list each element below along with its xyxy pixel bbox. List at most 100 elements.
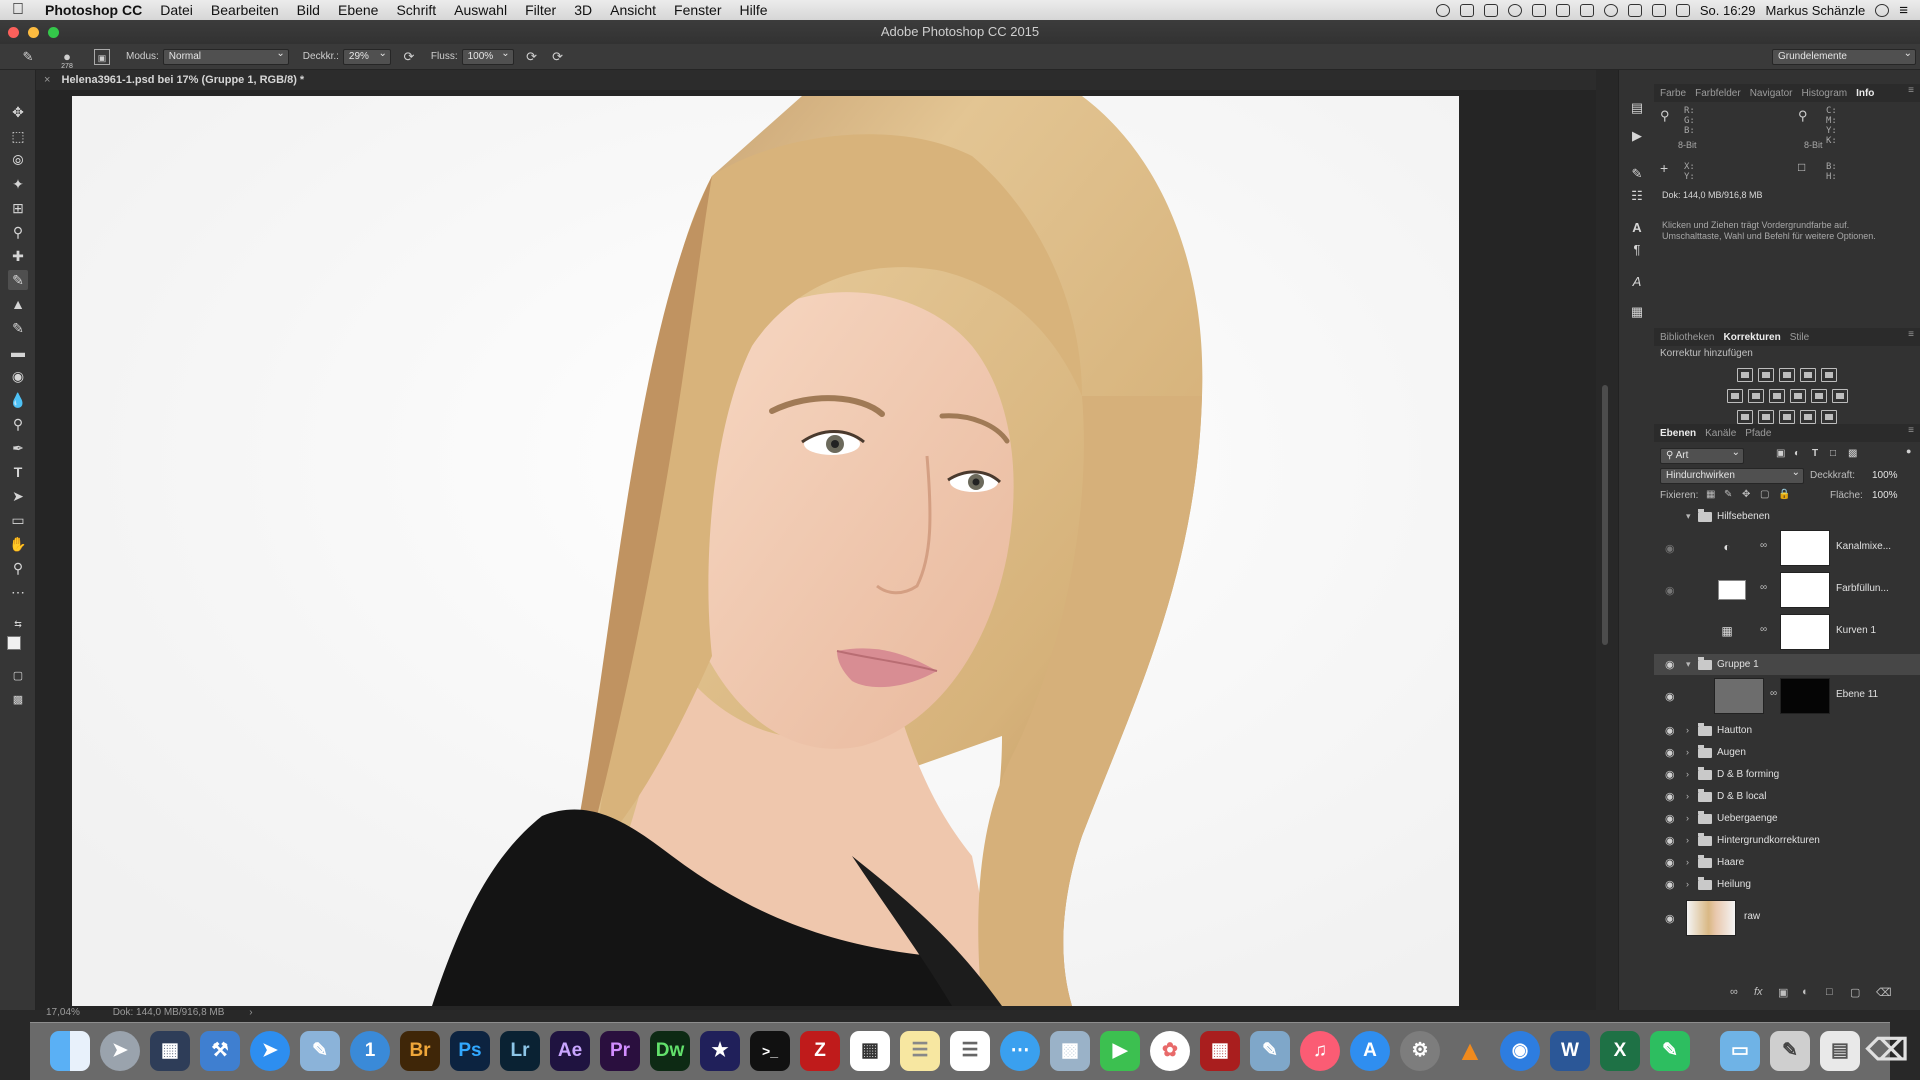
vertical-scrollbar[interactable] [1602, 385, 1608, 645]
visibility-eye-icon[interactable]: ◉ [1665, 658, 1675, 671]
portrait-photo[interactable] [72, 96, 1459, 1006]
brush-settings-icon[interactable]: ☷ [1629, 188, 1645, 204]
visibility-eye-icon[interactable]: ◉ [1665, 856, 1675, 869]
messages-icon[interactable]: ⋯ [1000, 1031, 1040, 1071]
collapse-arrow-icon[interactable]: › [1686, 791, 1689, 801]
tab-stile[interactable]: Stile [1790, 332, 1809, 343]
rectangle-tool-icon[interactable]: ▭ [8, 510, 28, 530]
word-icon[interactable]: W [1550, 1031, 1590, 1071]
hue-saturation-icon[interactable] [1726, 389, 1743, 403]
paragraph-panel-icon[interactable]: ¶ [1629, 242, 1645, 258]
quick-selection-tool-icon[interactable]: ✦ [8, 174, 28, 194]
visibility-eye-icon[interactable]: ◉ [1665, 812, 1675, 825]
layer-name[interactable]: D & B local [1717, 791, 1766, 802]
lock-artboard-icon[interactable]: ▢ [1760, 489, 1769, 500]
lock-position-icon[interactable]: ✥ [1742, 489, 1750, 500]
brush-presets-icon[interactable]: ✎ [1629, 166, 1645, 182]
clock[interactable]: So. 16:29 [1700, 3, 1756, 18]
tab-histogram[interactable]: Histogram [1802, 88, 1848, 99]
airbrush-icon[interactable]: ⟳ [524, 49, 540, 65]
apple-menu-icon[interactable]:  [0, 1, 36, 19]
posterize-icon[interactable] [1758, 410, 1774, 424]
menu-schrift[interactable]: Schrift [387, 2, 445, 18]
layer-row-haare[interactable]: ◉ › Haare [1654, 852, 1920, 873]
layer-row-hilfsebenen[interactable]: ▾ Hilfsebenen [1654, 506, 1920, 527]
layer-name[interactable]: Gruppe 1 [1717, 659, 1759, 670]
layer-row-db-local[interactable]: ◉ › D & B local [1654, 786, 1920, 807]
preview-2-icon[interactable]: ✎ [1250, 1031, 1290, 1071]
new-layer-icon[interactable]: ▢ [1850, 986, 1860, 999]
brush-tool-icon[interactable]: ✎ [8, 270, 28, 290]
visibility-eye-icon[interactable]: ◉ [1665, 790, 1675, 803]
character-panel-icon[interactable]: A [1629, 220, 1645, 236]
blur-tool-icon[interactable]: 💧 [8, 390, 28, 410]
layer-name[interactable]: Hilfsebenen [1717, 511, 1770, 522]
layer-row-heilung[interactable]: ◉ › Heilung [1654, 874, 1920, 895]
gradient-map-icon[interactable] [1821, 410, 1837, 424]
type-tool-icon[interactable]: T [8, 462, 28, 482]
menu-ebene[interactable]: Ebene [329, 2, 387, 18]
trash-icon[interactable]: ⌫ [1866, 1031, 1908, 1071]
layer-name[interactable]: raw [1744, 911, 1760, 922]
layer-name[interactable]: Hautton [1717, 725, 1752, 736]
move-tool-icon[interactable]: ✥ [8, 102, 28, 122]
menu-hilfe[interactable]: Hilfe [731, 2, 777, 18]
pressure-size-icon[interactable]: ⟳ [550, 49, 566, 65]
clone-stamp-tool-icon[interactable]: ▲ [8, 294, 28, 314]
launchpad-icon[interactable]: ➤ [100, 1031, 140, 1071]
threshold-icon[interactable] [1779, 410, 1795, 424]
finder-icon[interactable] [50, 1031, 90, 1071]
calendar-icon[interactable]: ▦ [850, 1031, 890, 1071]
actions-panel-icon[interactable]: ▶ [1629, 128, 1645, 144]
tab-kanaele[interactable]: Kanäle [1705, 428, 1736, 439]
curves-icon[interactable] [1779, 368, 1795, 382]
eyedropper-tool-icon[interactable]: ⚲ [8, 222, 28, 242]
layer-mask-thumbnail[interactable] [1780, 530, 1830, 566]
spotlight-search-icon[interactable] [1875, 3, 1890, 17]
levels-icon[interactable] [1758, 368, 1774, 382]
notification-icon[interactable] [1531, 3, 1546, 17]
collapse-arrow-icon[interactable]: › [1686, 747, 1689, 757]
bridge-icon[interactable]: Br [400, 1031, 440, 1071]
layer-name[interactable]: Kurven 1 [1836, 625, 1876, 636]
properties-panel-icon[interactable]: ▦ [1629, 304, 1645, 320]
vlc-icon[interactable]: ▲ [1450, 1031, 1490, 1071]
excel-icon[interactable]: X [1600, 1031, 1640, 1071]
layer-mask-thumbnail[interactable] [1780, 614, 1830, 650]
1password-icon[interactable]: 1 [350, 1031, 390, 1071]
layer-row-hautton[interactable]: ◉ › Hautton [1654, 720, 1920, 741]
visibility-eye-icon[interactable]: ◉ [1665, 724, 1675, 737]
tab-farbe[interactable]: Farbe [1660, 88, 1686, 99]
tab-info[interactable]: Info [1856, 88, 1874, 99]
marquee-tool-icon[interactable]: ⬚ [8, 126, 28, 146]
image-capture-icon[interactable]: ▩ [1050, 1031, 1090, 1071]
fill-input[interactable]: 100% [1872, 490, 1898, 501]
tab-farbfelder[interactable]: Farbfelder [1695, 88, 1741, 99]
lock-pixels-icon[interactable]: ✎ [1724, 489, 1732, 500]
layer-name[interactable]: Ebene 11 [1836, 689, 1878, 700]
eraser-tool-icon[interactable]: ▬ [8, 342, 28, 362]
layer-name[interactable]: Kanalmixe... [1836, 541, 1891, 552]
itunes-icon[interactable]: ♫ [1300, 1031, 1340, 1071]
tab-ebenen[interactable]: Ebenen [1660, 428, 1696, 439]
tab-korrekturen[interactable]: Korrekturen [1723, 332, 1780, 343]
display-icon[interactable] [1555, 3, 1570, 17]
brightness-contrast-icon[interactable] [1737, 368, 1753, 382]
layer-row-db-forming[interactable]: ◉ › D & B forming [1654, 764, 1920, 785]
paint-bucket-tool-icon[interactable]: ◉ [8, 366, 28, 386]
premiere-icon[interactable]: Pr [600, 1031, 640, 1071]
menu-filter[interactable]: Filter [516, 2, 565, 18]
collapse-arrow-icon[interactable]: › [1686, 725, 1689, 735]
healing-brush-tool-icon[interactable]: ✚ [8, 246, 28, 266]
new-group-icon[interactable]: □ [1826, 986, 1833, 998]
layer-row-farbfuellung[interactable]: ◉ ∞ Farbfüllun... [1654, 570, 1920, 610]
dodge-tool-icon[interactable]: ⚲ [8, 414, 28, 434]
after-effects-icon[interactable]: Ae [550, 1031, 590, 1071]
status-menu-arrow-icon[interactable]: › [249, 1007, 252, 1018]
layer-row-uebergaenge[interactable]: ◉ › Uebergaenge [1654, 808, 1920, 829]
system-preferences-icon[interactable]: ⚙ [1400, 1031, 1440, 1071]
color-balance-icon[interactable] [1747, 389, 1764, 403]
menu-3d[interactable]: 3D [565, 2, 601, 18]
expand-arrow-icon[interactable]: ▾ [1686, 511, 1691, 522]
tab-navigator[interactable]: Navigator [1750, 88, 1793, 99]
